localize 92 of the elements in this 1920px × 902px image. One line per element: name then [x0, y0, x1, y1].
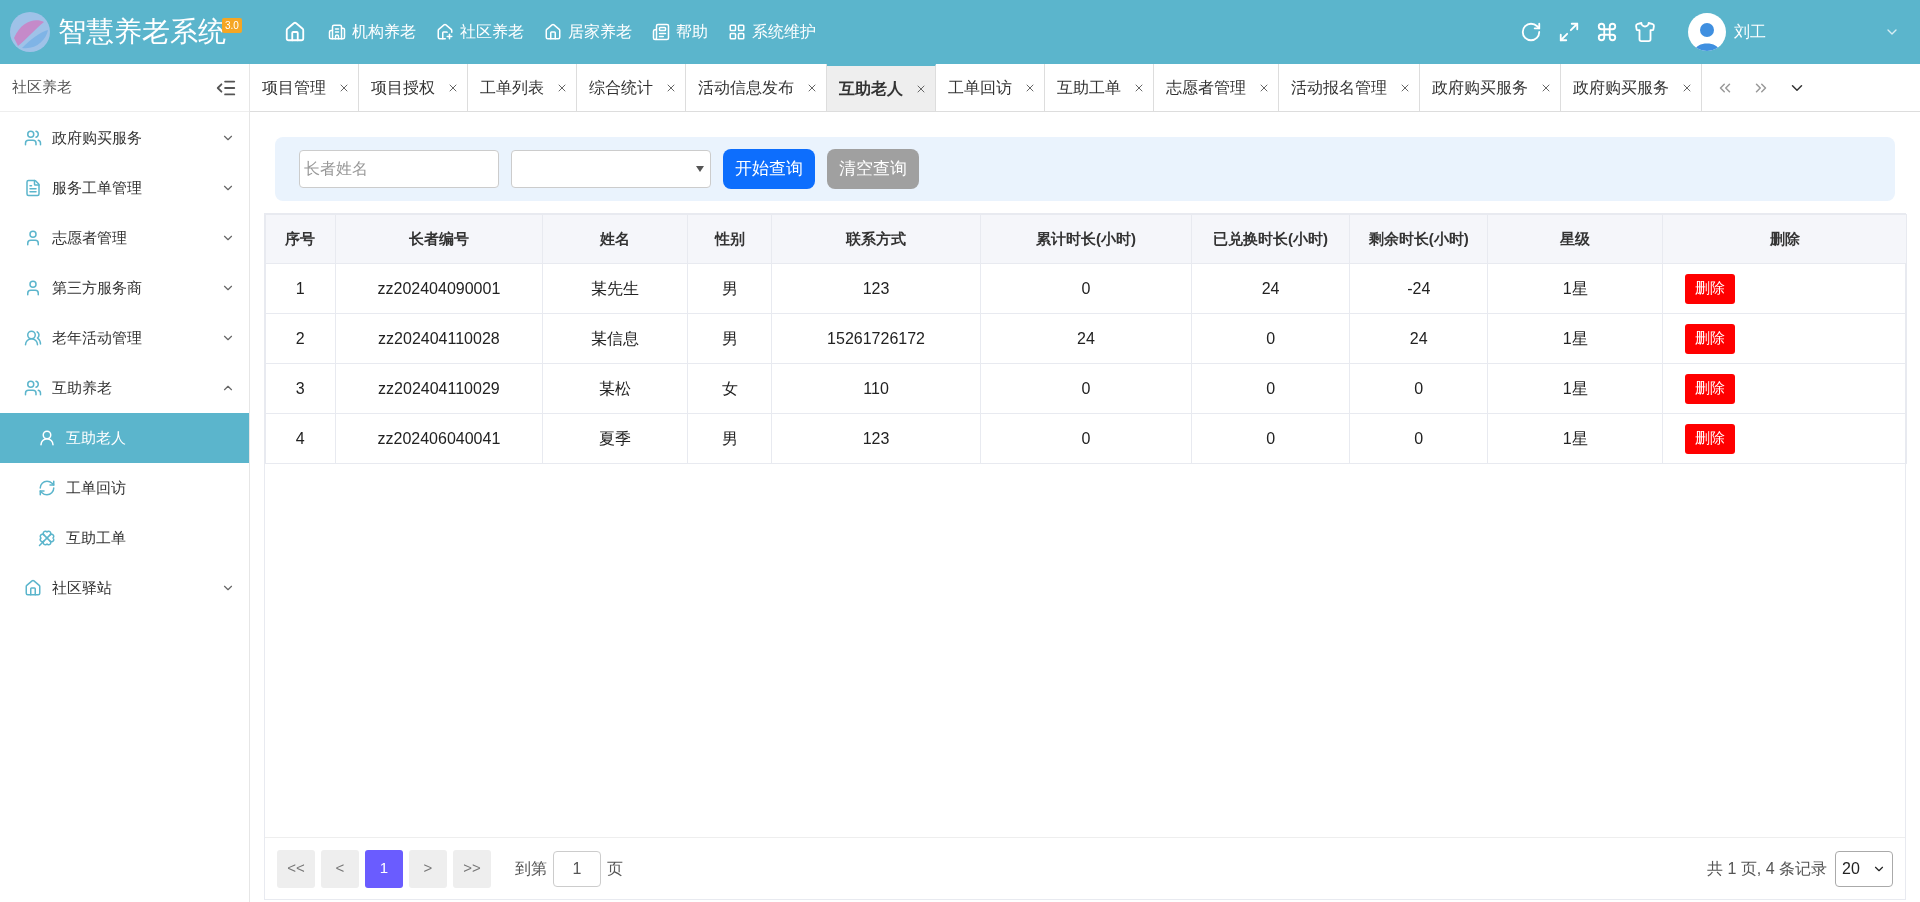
table-cell: 女 [687, 363, 772, 414]
newspaper-icon [652, 23, 670, 41]
table-cell: 1星 [1487, 263, 1663, 314]
delete-button[interactable]: 删除 [1685, 273, 1736, 304]
delete-button[interactable]: 删除 [1685, 373, 1736, 404]
table-cell: 0 [980, 263, 1192, 314]
table-cell: 110 [771, 363, 981, 414]
sidebar-item[interactable]: 老年活动管理 [0, 313, 249, 363]
grid-icon [728, 23, 746, 41]
elder-name-field[interactable]: 长者姓名 [299, 150, 499, 188]
table-cell: 0 [1349, 363, 1488, 414]
sidebar-item[interactable]: 服务工单管理 [0, 163, 249, 213]
sidebar-item[interactable]: 工单回访 [0, 463, 249, 513]
pagination-button[interactable]: >> [453, 849, 491, 888]
person-icon [38, 429, 56, 447]
house-icon [436, 23, 454, 41]
table-cell: 24 [1349, 313, 1488, 364]
table-cell: 夏季 [542, 413, 688, 464]
people-icon [24, 379, 42, 397]
delete-button[interactable]: 删除 [1685, 423, 1736, 454]
tab[interactable]: 互助老人 [827, 64, 936, 111]
people-icon [24, 129, 42, 147]
pagination-button[interactable]: << [277, 849, 315, 888]
table-cell: 1星 [1487, 413, 1663, 464]
table-cell: 男 [687, 263, 772, 314]
refresh-icon [38, 479, 56, 497]
pagination-button[interactable]: > [409, 849, 447, 888]
table-cell: 0 [1191, 313, 1350, 364]
table-cell: 123 [771, 413, 981, 464]
column-header: 序号 [265, 214, 336, 264]
table-cell: 男 [687, 413, 772, 464]
page-suffix-label: 页 [607, 858, 623, 879]
table-cell: zz202406040041 [335, 413, 543, 464]
delete-button[interactable]: 删除 [1685, 323, 1736, 354]
clover-icon [38, 529, 56, 547]
table-cell: 某信息 [542, 313, 688, 364]
group-icon [24, 329, 42, 347]
table-cell: 4 [265, 413, 336, 464]
sidebar-item[interactable]: 志愿者管理 [0, 213, 249, 263]
table-cell: zz202404090001 [335, 263, 543, 314]
column-header: 联系方式 [771, 214, 981, 264]
sidebar-item[interactable]: 互助养老 [0, 363, 249, 413]
column-header: 剩余时长(小时) [1349, 214, 1488, 264]
pagination-button[interactable]: 1 [365, 849, 403, 888]
sidebar-item[interactable]: 政府购买服务 [0, 113, 249, 163]
sidebar-item[interactable]: 第三方服务商 [0, 263, 249, 313]
table-cell: 某先生 [542, 263, 688, 314]
column-header: 星级 [1487, 214, 1663, 264]
column-header: 删除 [1662, 214, 1907, 264]
pagination-button[interactable]: < [321, 849, 359, 888]
list-icon [24, 179, 42, 197]
table-cell: zz202404110029 [335, 363, 543, 414]
house-icon [544, 23, 562, 41]
person-icon [24, 279, 42, 297]
sidebar-title: 社区养老 [12, 77, 73, 98]
table-cell: -24 [1349, 263, 1488, 314]
table-cell: 123 [771, 263, 981, 314]
page-summary: 共 1 页, 4 条记录 [1706, 858, 1827, 879]
table-cell: 15261726172 [771, 313, 981, 364]
caret-icon [696, 166, 704, 172]
column-header: 已兑换时长(小时) [1191, 214, 1350, 264]
avatar[interactable] [1688, 13, 1726, 51]
table-cell: zz202404110028 [335, 313, 543, 364]
table-cell: 某松 [542, 363, 688, 414]
table-cell: 2 [265, 313, 336, 364]
version-badge: 3.0 [222, 18, 242, 33]
column-header: 累计时长(小时) [980, 214, 1192, 264]
table-cell: 1星 [1487, 313, 1663, 364]
table-cell: 0 [1191, 363, 1350, 414]
sidebar-item[interactable]: 互助工单 [0, 513, 249, 563]
house-icon [24, 579, 42, 597]
goto-label: 到第 [515, 858, 547, 879]
table-cell: 0 [1191, 413, 1350, 464]
table-cell: 1 [265, 263, 336, 314]
column-header: 长者编号 [335, 214, 543, 264]
page-number-field[interactable]: 1 [553, 850, 601, 887]
page-size-select[interactable]: 20 [1835, 850, 1893, 887]
table-cell: 0 [1349, 413, 1488, 464]
table-cell: 1星 [1487, 363, 1663, 414]
table-cell: 0 [980, 413, 1192, 464]
logo-icon [8, 10, 52, 54]
table-cell: 3 [265, 363, 336, 414]
table-cell: 男 [687, 313, 772, 364]
search-button[interactable]: 开始查询 [723, 149, 815, 189]
person-icon [24, 229, 42, 247]
sidebar-item[interactable]: 社区驿站 [0, 563, 249, 613]
column-header: 姓名 [542, 214, 688, 264]
table-cell: 0 [980, 363, 1192, 414]
building-icon [328, 23, 346, 41]
table-cell: 24 [980, 313, 1192, 364]
table-cell: 24 [1191, 263, 1350, 314]
column-header: 性别 [687, 214, 772, 264]
